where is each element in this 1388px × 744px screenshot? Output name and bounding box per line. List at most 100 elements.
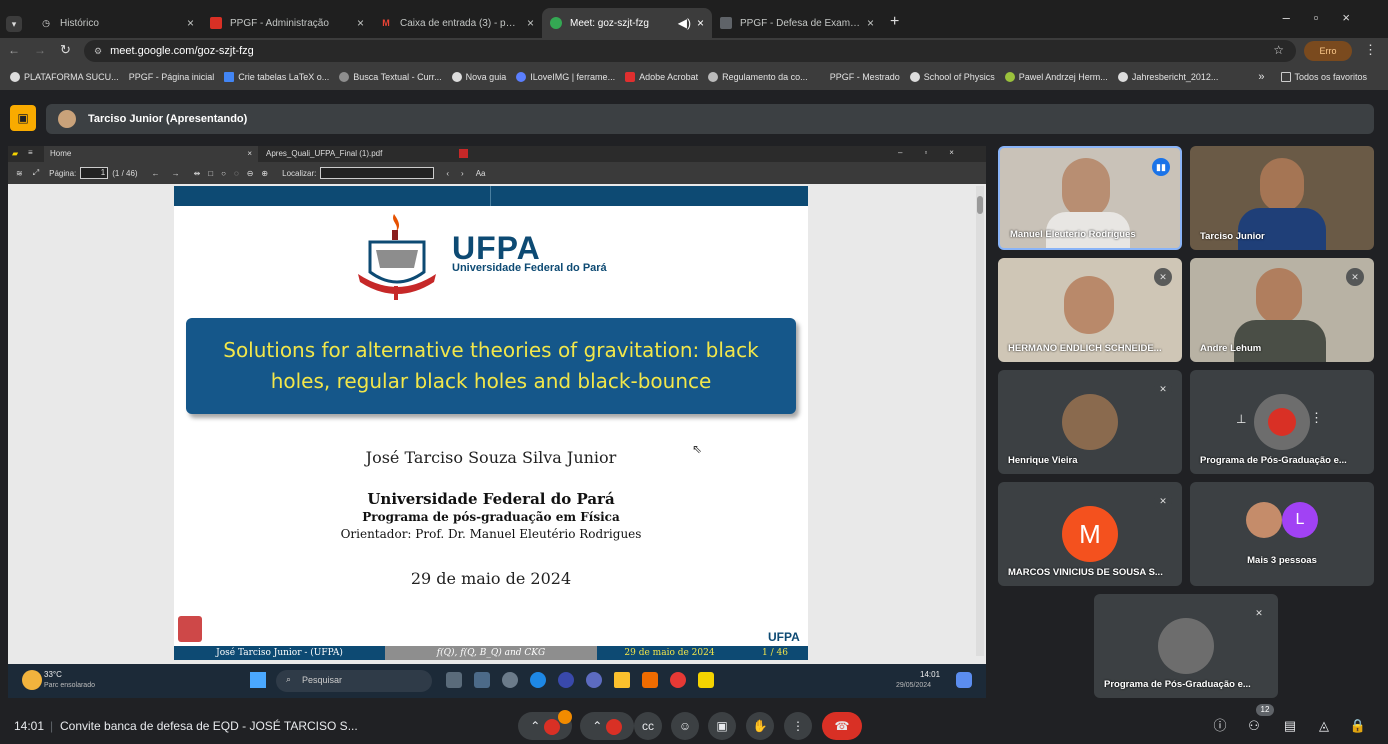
participant-tile[interactable]: ✕ Andre Lehum [1190,258,1374,362]
participant-tile[interactable]: ✕ Programa de Pós-Graduação e... [1094,594,1278,698]
more-participants-tile[interactable]: L Mais 3 pessoas [1190,482,1374,586]
window-controls[interactable]: –▫× [898,148,976,157]
folder-icon[interactable] [614,672,630,688]
close-icon[interactable]: × [697,16,704,30]
participant-tile[interactable]: ▮▮ Manuel Eleuterio Rodrigues [998,146,1182,250]
back-icon[interactable]: ← [8,43,20,57]
more-options-icon[interactable]: ⋮ [1310,410,1323,426]
bookmark-star-icon[interactable]: ☆ [1273,43,1284,57]
close-icon[interactable]: × [187,16,194,30]
next-page-icon[interactable]: → [172,169,180,178]
find-next-icon[interactable]: › [461,169,464,178]
app-icon[interactable] [642,672,658,688]
app-icon[interactable] [558,672,574,688]
task-view-icon[interactable] [446,672,462,688]
tab-defesa[interactable]: PPGF - Defesa de Exame de Qualif× [712,8,882,38]
copilot-icon[interactable] [956,672,972,688]
shared-screen: ▰ ≡ Home × Apres_Quali_UFPA_Final (1).pdf… [8,146,986,664]
reload-icon[interactable]: ↻ [60,42,71,58]
info-icon[interactable]: ⓘ [1210,716,1230,736]
windows-start-icon[interactable] [250,672,266,688]
more-options-button[interactable]: ⋮ [784,712,812,740]
pdf-tab-file[interactable]: Apres_Quali_UFPA_Final (1).pdf [260,146,474,162]
bookmark-item[interactable]: Nova guia [451,72,506,82]
mouse-cursor-icon: ⇖ [692,442,703,456]
tab-history[interactable]: ◷ Histórico × [32,8,202,38]
bookmark-item[interactable]: Regulamento da co... [708,72,808,82]
bookmark-item[interactable]: Crie tabelas LaTeX o... [224,72,329,82]
pin-icon[interactable]: ⊥ [1236,412,1246,426]
bookmark-item[interactable]: Busca Textual - Curr... [339,72,442,82]
menu-icon[interactable]: ≡ [28,148,33,157]
settings-icon[interactable] [502,672,518,688]
globe-icon [909,72,920,82]
participant-tile[interactable]: ✕ HERMANO ENDLICH SCHNEIDE... [998,258,1182,362]
find-options-icon[interactable]: Aa [476,169,486,178]
table-icon [224,72,235,82]
pdf-scrollbar[interactable] [976,186,984,656]
mute-participant-button[interactable] [1268,408,1296,436]
find-prev-icon[interactable]: ‹ [446,169,449,178]
scroll-thumb[interactable] [977,196,983,214]
edge-icon[interactable] [530,672,546,688]
close-icon[interactable]: × [527,16,534,30]
activities-icon[interactable]: ◬ [1314,716,1334,736]
sidebar-icon[interactable]: ≋ [16,169,23,178]
taskbar-search[interactable]: ⌕ Pesquisar [276,670,432,692]
url-input[interactable]: ⚙ meet.google.com/goz-szjt-fzg ☆ [84,40,1296,62]
window-controls[interactable]: –▫× [1283,10,1374,25]
chrome-icon[interactable] [670,672,686,688]
site-settings-icon[interactable]: ⚙ [94,46,102,57]
alert-badge [558,710,572,724]
participant-count-badge: 12 [1256,704,1274,716]
zoom-tools-icon[interactable]: ⇹□○◌⊖⊕ [194,169,277,178]
close-icon[interactable]: × [867,16,874,30]
stop-presenting-icon[interactable]: ▣ [10,105,36,131]
raise-hand-button[interactable]: ✋ [746,712,774,740]
hand-icon: ✋ [752,719,768,733]
tab-gmail[interactable]: MCaixa de entrada (3) - ppgf@ufpa× [372,8,542,38]
pdf-reader-icon[interactable] [698,672,714,688]
participant-tile[interactable]: ✕ Henrique Vieira [998,370,1182,474]
find-input[interactable] [320,167,435,179]
close-icon[interactable] [459,149,468,158]
close-icon[interactable]: × [247,149,252,158]
captions-button[interactable]: cc [634,712,662,740]
app-icon[interactable] [586,672,602,688]
tab-meet[interactable]: Meet: goz-szjt-fzg ◀) × [542,8,712,38]
camera-button[interactable]: ⌃ [580,712,634,740]
bookmark-item[interactable]: School of Physics [909,72,995,82]
pdf-tab-bar: ▰ ≡ Home × Apres_Quali_UFPA_Final (1).pdf… [8,146,986,162]
chat-icon[interactable]: ▤ [1280,716,1300,736]
tab-admin[interactable]: PPGF - Administração × [202,8,372,38]
bookmark-item[interactable]: Pawel Andrzej Herm... [1004,72,1108,82]
bookmark-item[interactable]: Jahresbericht_2012... [1117,72,1218,82]
page-input[interactable]: 1 [80,167,109,179]
participant-tile[interactable]: M ✕ MARCOS VINICIUS DE SOUSA S... [998,482,1182,586]
emoji-button[interactable]: ☺ [671,712,699,740]
present-button[interactable]: ▣ [708,712,736,740]
bookmark-item[interactable]: Adobe Acrobat [625,72,698,82]
more-bookmarks-icon[interactable]: » [1258,71,1264,83]
prev-page-icon[interactable]: ← [152,169,160,178]
pdf-tab-home[interactable]: Home × [44,146,258,162]
bookmark-item[interactable]: PLATAFORMA SUCU... [10,72,119,82]
participant-tile[interactable]: Tarciso Junior [1190,146,1374,250]
tab-search-icon[interactable]: ▾ [6,16,22,32]
leave-call-button[interactable]: ☎ [822,712,862,740]
bookmark-item[interactable]: PPGF - Mestrado [830,72,900,82]
close-icon[interactable]: × [357,16,364,30]
menu-kebab-icon[interactable]: ⋮ [1364,42,1377,58]
participant-tile[interactable]: ⊥ ⋮ Programa de Pós-Graduação e... [1190,370,1374,474]
people-icon[interactable]: ⚇ [1244,716,1264,736]
history-icon: ◷ [42,18,50,28]
host-controls-icon[interactable]: 🔒 [1348,716,1368,736]
all-bookmarks[interactable]: Todos os favoritos [1280,72,1367,82]
error-badge[interactable]: Erro [1304,41,1352,61]
store-icon[interactable] [474,672,490,688]
forward-icon[interactable]: → [34,43,46,57]
bookmark-item[interactable]: PPGF - Página inicial [129,72,215,82]
bookmark-item[interactable]: ILoveIMG | ferrame... [516,72,615,82]
fit-icon[interactable]: ⤢ [33,168,39,178]
new-tab-button[interactable]: + [890,13,899,31]
